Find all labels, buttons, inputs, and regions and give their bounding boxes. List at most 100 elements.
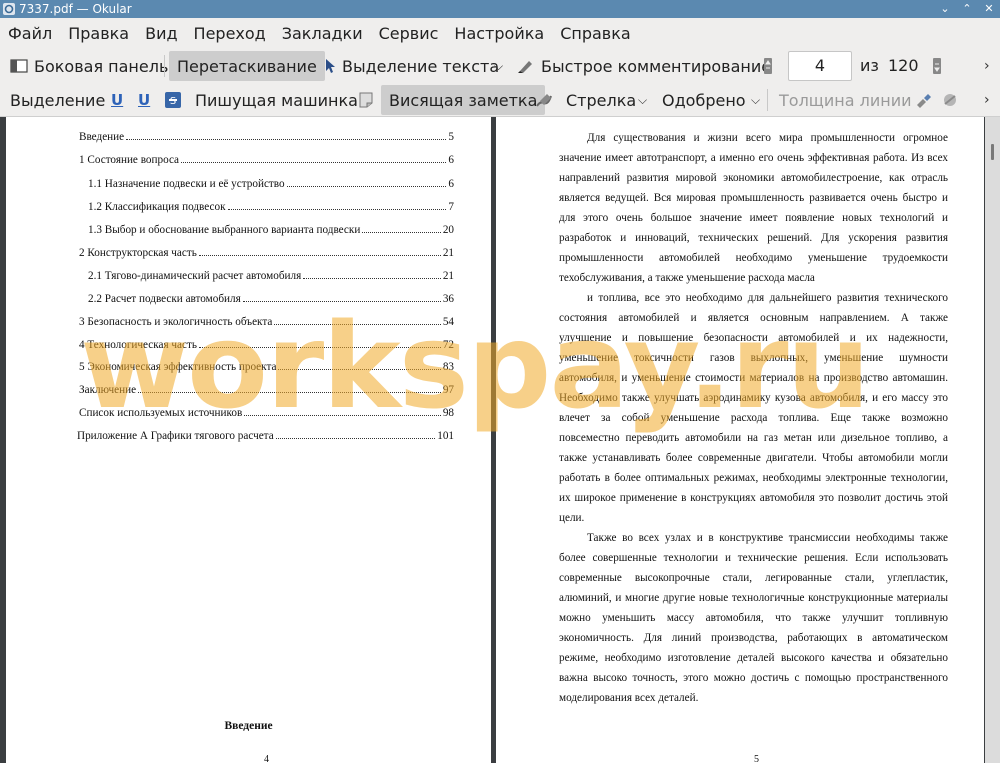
toc-entry[interactable]: 1.2 Классификация подвесок 7 (88, 201, 454, 215)
svg-text:S: S (170, 96, 176, 107)
cursor-arrow-icon (326, 59, 335, 73)
sidebar-button[interactable]: Боковая панель (4, 51, 174, 81)
menu-view[interactable]: Вид (137, 18, 185, 49)
text-line: важна высоко точность, этого можно дости… (559, 672, 948, 684)
chevron-right-icon[interactable]: › (984, 51, 990, 81)
maximize-icon[interactable]: ⌃ (960, 0, 974, 18)
toolbar-separator (767, 89, 768, 111)
chevron-down-icon[interactable]: ⌵ (751, 85, 760, 115)
toc-entry[interactable]: 3 Безопасность и экологичность объекта 54 (79, 316, 454, 330)
toc-entry-title: 1.2 Классификация подвесок (88, 201, 226, 213)
toc-entry[interactable]: 2 Конструкторская часть 21 (79, 247, 454, 261)
next-page-icon[interactable] (932, 57, 942, 75)
toc-leader-dots (138, 392, 441, 393)
text-line: Для существования и жизни всего мира про… (587, 132, 948, 144)
toc-entry[interactable]: 4 Технологическая часть 72 (79, 339, 454, 353)
page-number-input[interactable]: 4 (788, 51, 852, 81)
toc-entry[interactable]: 1.3 Выбор и обоснование выбранного вариа… (88, 224, 454, 238)
text-line: алюминий, и многие другие новые технолог… (559, 592, 948, 604)
browse-tool-button[interactable]: Перетаскивание (169, 51, 325, 81)
toc-entry-title: Приложение А Графики тягового расчета (77, 430, 274, 442)
toc-leader-dots (242, 301, 441, 302)
line-width-button[interactable]: Толщина линии (773, 85, 918, 115)
main-toolbar: Боковая панель Перетаскивание Выделение … (0, 49, 1000, 83)
opacity-icon[interactable] (941, 91, 959, 109)
toc-entry-title: 3 Безопасность и экологичность объекта (79, 316, 273, 328)
menu-help[interactable]: Справка (552, 18, 639, 49)
text-line: работать в более оптимальных режимах, не… (559, 472, 948, 484)
menu-file[interactable]: Файл (0, 18, 60, 49)
toc-leader-dots (303, 278, 441, 279)
popup-note-tool-button[interactable]: Висящая заметка (381, 85, 546, 115)
toc-entry-title: 2.1 Тягово-динамический расчет автомобил… (88, 270, 302, 282)
toc-leader-dots (198, 255, 441, 256)
browse-tool-label: Перетаскивание (177, 56, 317, 76)
toc-entry[interactable]: Список используемых источников 98 (79, 407, 454, 421)
menu-go[interactable]: Переход (186, 18, 274, 49)
minimize-icon[interactable]: ⌄ (938, 0, 952, 18)
text-line: уменьшение токсичности газов выхлопных, … (559, 352, 948, 364)
text-line: направлений развития мировой экономики а… (559, 172, 948, 184)
document-view[interactable]: Введение 5 1 Состояние вопроса 6 1.1 Назна… (0, 117, 1000, 763)
menu-bookmarks[interactable]: Закладки (274, 18, 371, 49)
typewriter-tool-button[interactable]: Пишущая машинка (189, 85, 364, 115)
toc-leader-dots (274, 324, 441, 325)
toc-entry[interactable]: 1 Состояние вопроса 6 (79, 154, 454, 168)
page-total: 120 (888, 56, 919, 75)
toc-leader-dots (286, 186, 447, 187)
arrow-tool-button[interactable]: Стрелка (560, 85, 642, 115)
toolbar-separator (164, 55, 165, 77)
vertical-scrollbar[interactable] (985, 117, 1000, 763)
text-line: автомобиля, и уменьшение стоимости матер… (559, 372, 948, 384)
stamp-tool-button[interactable]: Одобрено (656, 85, 752, 115)
text-line: режиме, необходимо изготовление деталей … (559, 652, 948, 664)
text-line: улучшение и повышение безопасности автом… (559, 332, 948, 344)
squiggle-icon[interactable]: U (138, 91, 152, 109)
stamp-tool-label: Одобрено (662, 90, 746, 110)
menu-edit[interactable]: Правка (60, 18, 137, 49)
menu-tools[interactable]: Сервис (371, 18, 447, 49)
page-of-label: из (860, 56, 879, 75)
highlight-tool-button[interactable]: Выделение (4, 85, 111, 115)
toc-entry[interactable]: Введение 5 (79, 131, 454, 145)
chevron-right-icon[interactable]: › (984, 85, 990, 115)
text-line: разработок и инноваций, технических реше… (559, 232, 948, 244)
text-line: является ведущей. Вся мировая промышленн… (559, 192, 948, 204)
page-number: 4 (264, 754, 269, 763)
note-icon[interactable] (358, 91, 374, 109)
text-line: Необходимо также улучшать аэродинамику к… (559, 392, 948, 404)
okular-window: 7337.pdf — Okular ⌄ ⌃ ✕ Файл Правка Вид … (0, 0, 1000, 763)
close-icon[interactable]: ✕ (982, 0, 996, 18)
toc-entry[interactable]: 2.1 Тягово-динамический расчет автомобил… (88, 270, 454, 284)
strikeout-icon[interactable]: S (164, 91, 182, 109)
sidebar-icon (10, 59, 28, 73)
toc-entry[interactable]: 2.2 Расчет подвески автомобиля 36 (88, 293, 454, 307)
toc-entry-title: 5 Экономическая эффективность проекта (79, 361, 277, 373)
text-select-tool-button[interactable]: Выделение текста (318, 51, 505, 81)
highlight-tool-label: Выделение (10, 90, 106, 110)
pen-icon (518, 61, 532, 73)
previous-page-icon[interactable] (763, 57, 773, 75)
text-line: современные высокопрочные стали, легиров… (559, 572, 948, 584)
color-picker-icon[interactable] (915, 91, 933, 109)
okular-app-icon (3, 3, 15, 15)
quick-annotate-label: Быстрое комментирование (541, 56, 772, 76)
text-line: для этого очень большое значение имеет п… (559, 212, 948, 224)
text-line: повсеместно переводить автомобили на газ… (559, 432, 948, 444)
toc-leader-dots (244, 415, 441, 416)
freehand-pen-icon[interactable] (535, 91, 553, 109)
toc-entry-title: 2 Конструкторская часть (79, 247, 197, 259)
chevron-down-icon[interactable]: ⌵ (638, 85, 647, 115)
toc-entry[interactable]: 1.1 Назначение подвески и её устройство 6 (88, 178, 454, 192)
text-line: моделирования всех деталей. (559, 692, 699, 704)
chevron-down-icon[interactable]: ⌵ (494, 51, 503, 81)
scrollbar-thumb[interactable] (991, 144, 994, 160)
toc-entry[interactable]: Приложение А Графики тягового расчета 101 (77, 430, 454, 444)
quick-annotate-button[interactable]: Быстрое комментирование (511, 51, 777, 81)
menu-settings[interactable]: Настройка (446, 18, 552, 49)
toc-leader-dots (227, 209, 447, 210)
toc-entry[interactable]: Заключение 97 (79, 384, 454, 398)
underline-icon[interactable]: U (111, 91, 125, 109)
text-line: промышленности автомобилей необходимо ум… (559, 252, 948, 264)
toc-entry[interactable]: 5 Экономическая эффективность проекта 83 (79, 361, 454, 375)
